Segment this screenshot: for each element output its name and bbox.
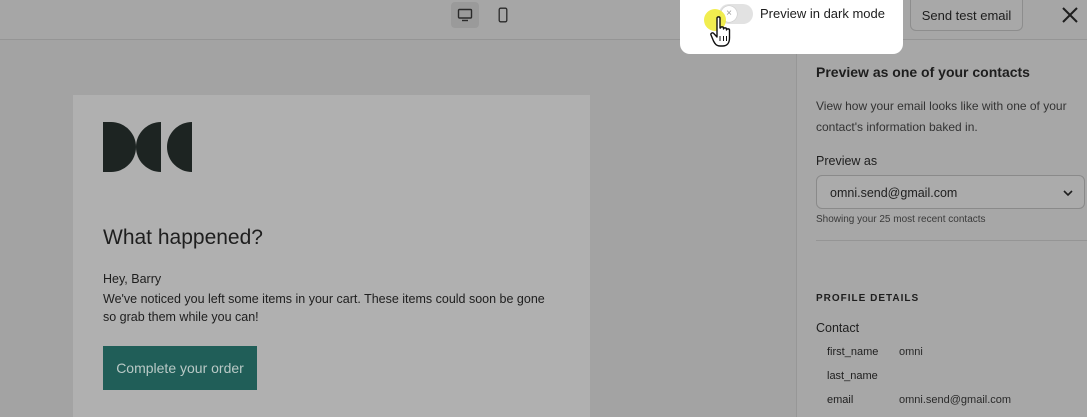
contact-heading: Contact — [816, 321, 860, 335]
brand-logo-icon — [103, 122, 192, 172]
send-test-email-button[interactable]: Send test email — [910, 0, 1023, 31]
preview-contacts-panel: Preview as one of your contacts View how… — [796, 40, 1087, 417]
email-heading: What happened? — [103, 226, 263, 249]
mobile-preview-button[interactable] — [489, 2, 517, 28]
field-value-first-name: omni — [899, 346, 923, 358]
email-body-text: We've noticed you left some items in you… — [103, 292, 545, 324]
preview-as-label: Preview as — [816, 154, 878, 168]
email-preview: What happened? Hey, Barry We've noticed … — [73, 95, 590, 417]
complete-order-button[interactable]: Complete your order — [103, 346, 257, 390]
panel-description: View how your email looks like with one … — [816, 99, 1067, 134]
field-key-last-name: last_name — [827, 370, 878, 382]
panel-divider — [816, 240, 1087, 241]
close-icon — [1062, 7, 1078, 23]
close-button[interactable] — [1059, 4, 1081, 26]
dark-mode-highlight: × Preview in dark mode — [680, 0, 903, 54]
contact-select-dropdown[interactable]: omni.send@gmail.com — [816, 175, 1085, 209]
phone-icon — [498, 7, 508, 23]
panel-title: Preview as one of your contacts — [816, 64, 1030, 80]
email-greeting: Hey, Barry — [103, 272, 162, 286]
dark-mode-label: Preview in dark mode — [760, 6, 885, 21]
top-toolbar: Send test email — [0, 0, 1087, 40]
field-key-email: email — [827, 394, 854, 406]
field-key-first-name: first_name — [827, 346, 879, 358]
chevron-down-icon — [1063, 190, 1073, 197]
hand-cursor-icon — [710, 16, 731, 47]
desktop-preview-button[interactable] — [451, 2, 479, 28]
field-value-email: omni.send@gmail.com — [899, 394, 1012, 406]
recent-contacts-note: Showing your 25 most recent contacts — [816, 214, 986, 225]
monitor-icon — [457, 8, 473, 22]
selected-contact-value: omni.send@gmail.com — [830, 186, 958, 200]
profile-details-heading: PROFILE DETAILS — [816, 293, 920, 304]
